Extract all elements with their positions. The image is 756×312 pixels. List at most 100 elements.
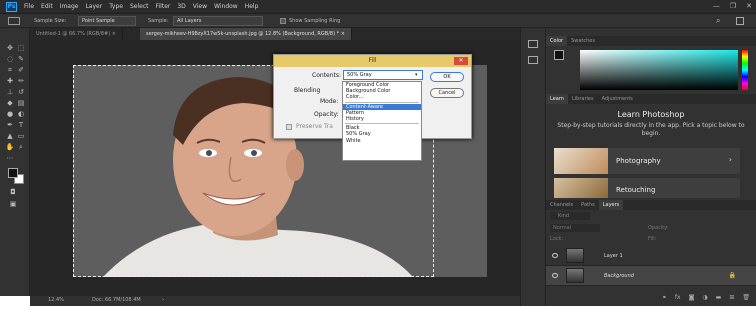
visibility-eye-icon[interactable] (552, 273, 558, 278)
quick-select-tool-icon[interactable]: ✎ (16, 55, 26, 64)
menu-filter[interactable]: Filter (156, 3, 171, 11)
panel-foreground-swatch[interactable] (554, 50, 564, 60)
eraser-tool-icon[interactable]: ◆ (5, 99, 15, 108)
link-icon[interactable]: ⚭ (662, 294, 667, 306)
close-window-button[interactable]: ✕ (746, 2, 752, 10)
history-brush-icon[interactable]: ↺ (16, 88, 26, 97)
move-tool-icon[interactable]: ✥ (5, 44, 15, 53)
tab-channels[interactable]: Channels (546, 200, 577, 210)
learn-card-retouching[interactable]: Retouching (554, 178, 740, 198)
photoshop-logo: Ps (6, 2, 17, 12)
minimize-button[interactable]: — (713, 2, 720, 10)
restore-button[interactable]: ❐ (730, 2, 736, 10)
learn-subtitle: Step-by-step tutorials directly in the a… (557, 122, 745, 137)
eyedropper-icon[interactable] (8, 17, 20, 25)
layers-footer: ⚭ fx ◙ ◑ ▬ ⊞ 🗑 (546, 294, 756, 306)
folder-icon[interactable]: ▬ (716, 294, 722, 306)
hue-slider[interactable] (742, 50, 748, 90)
sample-select[interactable]: All Layers (173, 16, 263, 26)
tab-photo[interactable]: sergey-mikheev-H98zyX17w5k-unsplash.jpg … (140, 28, 352, 40)
learn-card-photography[interactable]: Photography › (554, 148, 740, 174)
workspace-icon[interactable] (736, 17, 744, 25)
option-white[interactable]: White (343, 138, 421, 144)
show-ring-checkbox[interactable] (280, 18, 286, 24)
layer-name[interactable]: Background (604, 273, 634, 279)
screen-mode-icon[interactable]: ▣ (8, 200, 18, 209)
option-history[interactable]: History (343, 116, 421, 122)
search-icon[interactable]: ⌕ (716, 16, 720, 26)
menu-layer[interactable]: Layer (85, 3, 102, 11)
card-label: Retouching (616, 186, 656, 194)
rectangle-tool-icon[interactable]: ▭ (16, 132, 26, 141)
collapsed-panels-column (520, 28, 546, 306)
history-panel-icon[interactable] (528, 40, 538, 48)
tab-paths[interactable]: Paths (577, 200, 599, 210)
tab-learn[interactable]: Learn (546, 94, 568, 104)
blend-mode-select[interactable]: Normal (550, 224, 600, 232)
menu-bar: Ps File Edit Image Layer Type Select Fil… (0, 0, 756, 14)
menu-3d[interactable]: 3D (177, 3, 185, 11)
eyedropper-tool-icon[interactable]: ✐ (16, 66, 26, 75)
hand-tool-icon[interactable]: ✋ (5, 143, 15, 152)
blur-tool-icon[interactable]: ● (5, 110, 15, 119)
menu-window[interactable]: Window (214, 3, 238, 11)
menu-select[interactable]: Select (130, 3, 149, 11)
new-layer-icon[interactable]: ⊞ (729, 294, 734, 306)
brush-tool-icon[interactable]: ✏ (16, 77, 26, 86)
chevron-right-icon: › (728, 155, 732, 164)
crop-tool-icon[interactable]: ⌗ (5, 66, 15, 75)
menu-image[interactable]: Image (60, 3, 79, 11)
menu-edit[interactable]: Edit (41, 3, 53, 11)
window-controls: — ❐ ✕ (713, 2, 752, 10)
sample-size-select[interactable]: Point Sample (78, 16, 136, 26)
dodge-tool-icon[interactable]: ◐ (16, 110, 26, 119)
quick-mask-icon[interactable]: ◘ (8, 188, 18, 197)
trash-icon[interactable]: 🗑 (742, 294, 750, 306)
layer-row[interactable]: Layer 1 (546, 246, 756, 266)
type-tool-icon[interactable]: T (16, 121, 26, 130)
layer-name[interactable]: Layer 1 (604, 253, 623, 259)
status-arrow-icon[interactable]: › (162, 297, 164, 303)
tab-color[interactable]: Color (546, 36, 568, 46)
preserve-checkbox[interactable] (286, 124, 292, 130)
properties-panel-icon[interactable] (528, 56, 538, 64)
gradient-tool-icon[interactable]: ▤ (16, 99, 26, 108)
tab-layers[interactable]: Layers (598, 200, 624, 210)
fill-label: Fill: (648, 236, 657, 242)
menu-file[interactable]: File (24, 3, 34, 11)
tab-adjustments[interactable]: Adjustments (598, 94, 637, 104)
divider (345, 101, 419, 103)
ok-button[interactable]: OK (430, 72, 464, 82)
layer-row[interactable]: Background 🔒 (546, 266, 756, 286)
cancel-button[interactable]: Cancel (430, 88, 464, 98)
opacity-label: Opacity: (648, 225, 669, 231)
more-tools-icon[interactable]: ⋯ (5, 154, 15, 163)
layer-kind-filter[interactable]: Kind (550, 212, 590, 220)
foreground-color-swatch[interactable] (8, 168, 18, 178)
tab-untitled[interactable]: Untitled-1 @ 66.7% (RGB/8#) × (30, 28, 123, 40)
menu-type[interactable]: Type (109, 3, 123, 11)
option-color[interactable]: Color... (343, 94, 421, 100)
visibility-eye-icon[interactable] (552, 253, 558, 258)
fx-icon[interactable]: fx (675, 294, 681, 306)
sample-label: Sample: (148, 18, 169, 24)
stamp-tool-icon[interactable]: ⊥ (5, 88, 15, 97)
preserve-label: Preserve Tra (296, 123, 333, 130)
path-select-icon[interactable]: ▲ (5, 132, 15, 141)
lasso-tool-icon[interactable]: ◌ (5, 55, 15, 64)
menu-help[interactable]: Help (245, 3, 259, 11)
tab-swatches[interactable]: Swatches (567, 36, 599, 46)
healing-tool-icon[interactable]: ✚ (5, 77, 15, 86)
color-field[interactable] (580, 50, 738, 90)
sample-size-label: Sample Size: (34, 18, 67, 24)
contents-select[interactable]: 50% Gray (343, 70, 423, 80)
zoom-level[interactable]: 12.4% (48, 297, 64, 303)
zoom-tool-icon[interactable]: ⌕ (16, 143, 26, 152)
mask-icon[interactable]: ◙ (689, 294, 695, 306)
pen-tool-icon[interactable]: ✒ (5, 121, 15, 130)
marquee-tool-icon[interactable]: ⬚ (16, 44, 26, 53)
tab-libraries[interactable]: Libraries (568, 94, 598, 104)
adjustment-icon[interactable]: ◑ (702, 294, 707, 306)
dialog-close-button[interactable]: ✕ (454, 57, 468, 65)
menu-view[interactable]: View (193, 3, 207, 11)
